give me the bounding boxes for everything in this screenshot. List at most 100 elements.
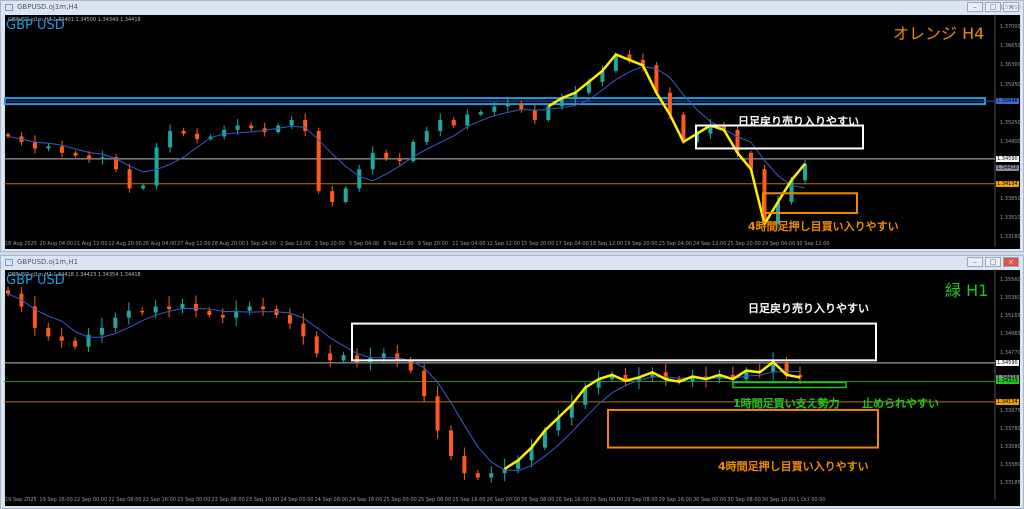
time-tick-label: 1 Sep 04:00 [245, 241, 276, 247]
bull-candle [424, 130, 429, 142]
time-tick-label: 19 Sep 20:00 [624, 241, 658, 247]
bear-candle [397, 158, 402, 162]
price-tag-green: 1.34373 [996, 378, 1019, 385]
bear-candle [330, 191, 335, 203]
timeframe-label: 緑 H1 [945, 281, 989, 300]
bear-candle [181, 130, 186, 134]
time-tick-label: 12 Sep 12:00 [486, 241, 520, 247]
bear-candle [287, 315, 292, 324]
time-tick-label: 19 Sep 2025 [5, 497, 37, 503]
bull-candle [381, 353, 386, 358]
price-tick-label: 1.33160 [1000, 234, 1021, 240]
bear-candle [140, 310, 145, 313]
h1-support-note: 1時間足買い支え勢力 [733, 397, 840, 410]
bear-candle [6, 290, 10, 294]
bull-candle [222, 129, 227, 137]
bull-candle [546, 106, 551, 121]
time-tick-label: 25 Sep 20:00 [727, 241, 761, 247]
daily-resistance-box [351, 322, 877, 362]
bull-candle [289, 120, 294, 126]
bull-candle [126, 310, 131, 318]
time-tick-label: 2 Sep 12:00 [280, 241, 311, 247]
bear-candle [195, 133, 200, 140]
bull-candle [247, 306, 252, 311]
time-tick-label: 29 Sep 08:00 [624, 497, 658, 503]
bull-candle [235, 125, 240, 130]
bull-candle [465, 114, 470, 126]
price-tick-label: 1.35360 [1000, 295, 1021, 302]
bear-candle [207, 310, 212, 316]
daily-resistance-note: 日足戻り売り入りやすい [738, 115, 859, 128]
bull-candle [505, 103, 510, 107]
bear-candle [220, 315, 225, 318]
chart-marks [4, 14, 996, 500]
price-tick-label: 1.37000 [1000, 24, 1021, 31]
time-tick-label: 19 Sep 16:00 [39, 497, 73, 503]
price-tag-white: 1.34590 [996, 155, 1019, 162]
bull-candle [489, 473, 494, 478]
time-tick-label: 22 Sep 00:00 [73, 497, 108, 503]
bear-candle [314, 336, 319, 354]
bear-candle [328, 353, 333, 361]
bull-candle [154, 147, 159, 186]
bull-candle [341, 355, 346, 361]
bear-candle [532, 110, 537, 121]
time-tick-label: 25 Sep 00:00 [383, 497, 417, 503]
bear-candle [395, 353, 400, 361]
bear-candle [249, 125, 254, 129]
price-tick-label: 1.34770 [1000, 349, 1021, 356]
bear-candle [87, 155, 92, 160]
time-tick-label: 18 Sep 12:00 [589, 241, 624, 247]
bear-candle [462, 456, 467, 474]
h1-support-box [732, 381, 847, 389]
price-tick-label: 1.36650 [1000, 43, 1021, 50]
bull-candle [438, 120, 443, 131]
price-tick-label: 1.35950 [1000, 81, 1021, 88]
moving-average-line [7, 65, 806, 189]
price-tag-white: 1.34590 [996, 359, 1019, 366]
time-tick-label: 15 Sep 20:00 [521, 241, 555, 247]
price-tick-label: 1.33975 [1000, 407, 1021, 414]
bear-candle [422, 370, 427, 397]
symbol-label: GBP USD [6, 18, 65, 33]
bear-candle [301, 323, 306, 337]
time-tick-label: 29 Sep 04:00 [761, 241, 796, 247]
price-tag-orange: 1.34134 [996, 180, 1019, 187]
time-tick-label: 1 Oct 00:00 [796, 497, 826, 503]
bull-candle [370, 152, 375, 170]
bull-candle [168, 130, 173, 148]
time-tick-label: 17 Sep 04:00 [555, 241, 589, 247]
h4-support-box [607, 408, 879, 449]
time-tick-label: 22 Sep 08:00 [108, 497, 142, 503]
bear-candle [193, 303, 198, 311]
time-tick-label: 24 Sep 16:00 [349, 497, 383, 503]
time-tick-label: 30 Sep 16:00 [761, 497, 796, 503]
bull-candle [100, 157, 105, 160]
time-tick-label: 9 Sep 20:00 [417, 241, 448, 247]
price-tick-label: 1.35560 [1000, 277, 1021, 283]
price-tick-label: 1.33850 [1000, 196, 1021, 203]
time-tick-label: 24 Sep 12:00 [693, 241, 727, 247]
zigzag-line [547, 52, 806, 228]
time-tick-label: 25 Sep 16:00 [452, 497, 486, 503]
bear-candle [384, 152, 389, 159]
time-tick-label: 25 Sep 08:00 [417, 497, 452, 503]
bear-candle [6, 134, 10, 137]
time-tick-label: 24 Sep 00:00 [280, 497, 314, 503]
bear-candle [59, 336, 64, 341]
h1-stop-note: 止められやすい [862, 397, 939, 410]
time-tick-label: 3 Sep 20:00 [314, 241, 345, 247]
time-tick-label: 30 Sep 08:00 [727, 497, 761, 503]
bear-candle [46, 327, 51, 337]
price-tick-label: 1.35165 [1000, 313, 1021, 320]
bear-candle [167, 306, 172, 310]
time-tick-label: 28 Aug 20:00 [211, 241, 246, 247]
bear-candle [475, 473, 480, 478]
time-tick-label: 30 Sep 00:00 [693, 497, 727, 503]
price-tick-label: 1.37350 [1000, 5, 1021, 11]
time-tick-label: 26 Sep 08:00 [521, 497, 555, 503]
price-tick-label: 1.33380 [1000, 461, 1021, 468]
bull-candle [357, 169, 362, 189]
time-tick-label: 18 Aug 2025 [5, 241, 38, 247]
time-tick-label: 29 Sep 16:00 [658, 497, 692, 503]
